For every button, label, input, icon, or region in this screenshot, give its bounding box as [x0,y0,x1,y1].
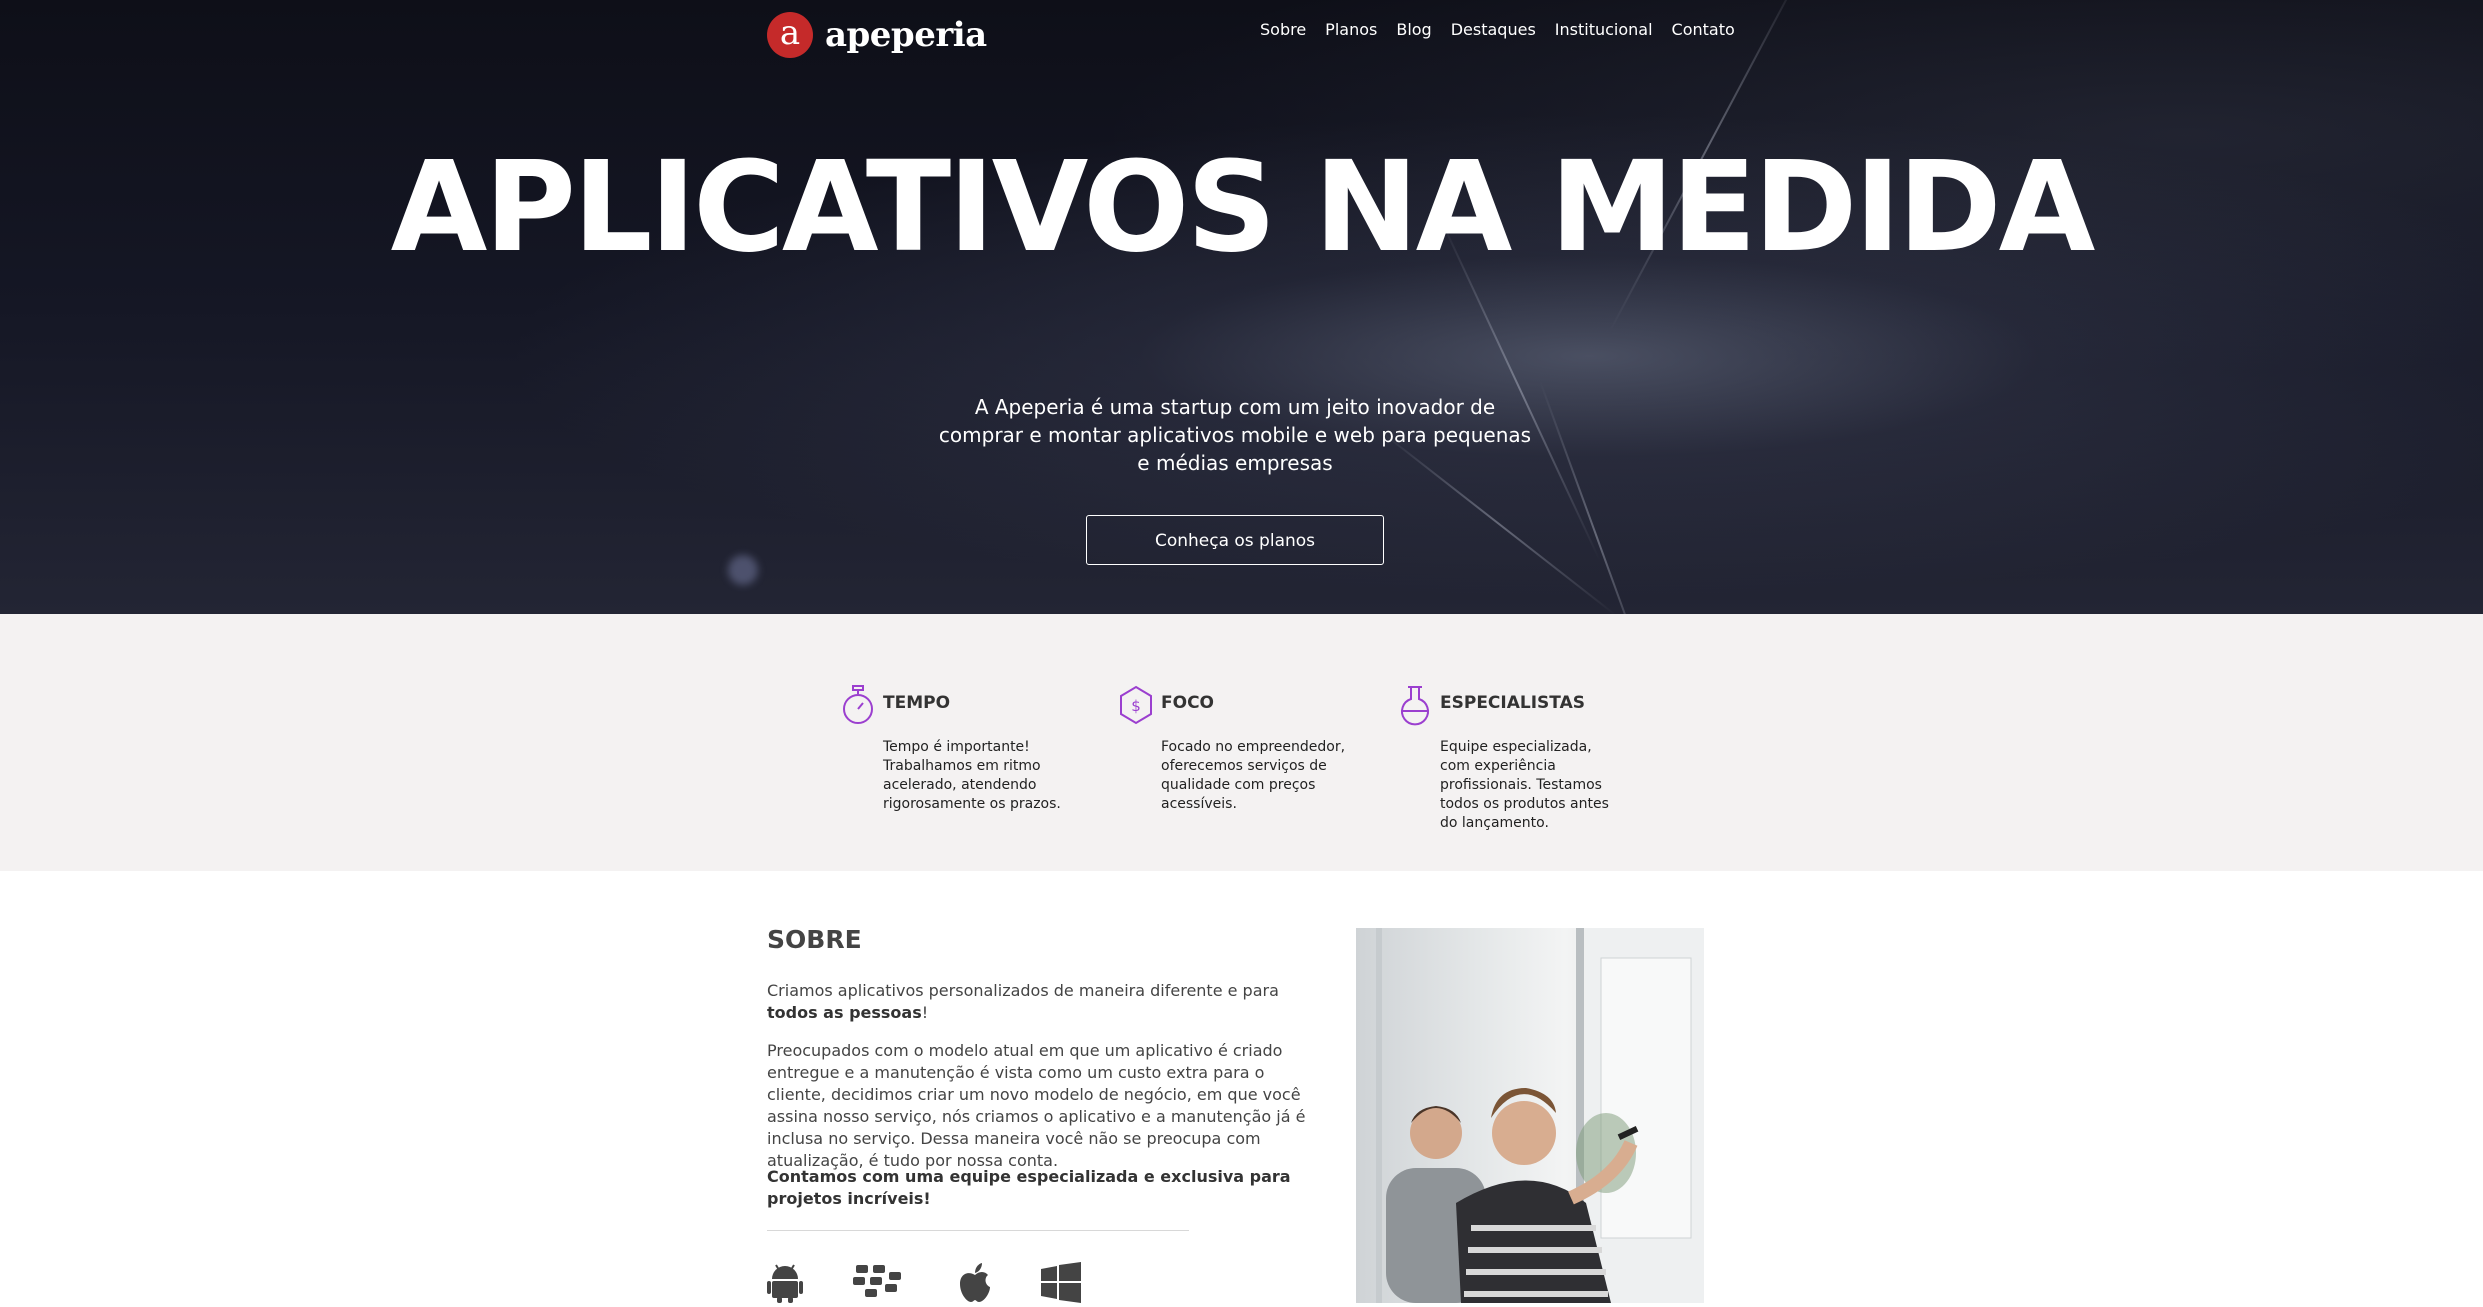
stopwatch-icon [843,685,873,724]
nav-link-institucional[interactable]: Institucional [1555,20,1653,39]
nav-link-blog[interactable]: Blog [1396,20,1431,39]
flask-icon [1401,686,1429,726]
platform-icons [767,1262,1129,1307]
about-body: Preocupados com o modelo atual em que um… [767,1041,1306,1170]
feature-title: TEMPO [883,693,951,713]
feature-text: Focado no empreendedor, oferecemos servi… [1161,739,1346,812]
about-intro-bold: todos as pessoas [767,1003,922,1022]
windows-icon [1041,1262,1081,1307]
plans-button[interactable]: Conheça os planos [1086,515,1384,565]
dollar-hexagon-icon: $ [1120,685,1152,725]
team-photo [1356,928,1704,1303]
nav-link-planos[interactable]: Planos [1325,20,1377,39]
divider [767,1230,1189,1231]
android-icon [767,1262,803,1307]
feature-text: Tempo é importante! Trabalhamos em ritmo… [883,739,1061,812]
logo-text: apeperia [825,15,987,55]
about-intro-end: ! [921,1003,929,1022]
feature-text: Equipe especializada, com experiência pr… [1440,739,1609,831]
hero-title: APLICATIVOS NA MEDIDA [390,135,2096,280]
apple-icon [957,1262,993,1307]
blackberry-icon [851,1262,909,1307]
nav-link-contato[interactable]: Contato [1672,20,1735,39]
logo-mark: a [767,12,813,58]
feature-title: ESPECIALISTAS [1440,693,1585,713]
feature-title: FOCO [1161,693,1214,713]
about-title: SOBRE [767,925,862,954]
nav-link-destaques[interactable]: Destaques [1451,20,1536,39]
hero-subtitle: A Apeperia é uma startup com um jeito in… [938,395,1532,475]
lens-flare [728,555,758,585]
about-team: Contamos com uma equipe especializada e … [767,1167,1291,1208]
logo[interactable]: a apeperia [767,12,987,58]
about-intro: Criamos aplicativos personalizados de ma… [767,980,1322,1024]
light-ray [1539,380,1654,614]
main-nav: Sobre Planos Blog Destaques Instituciona… [1260,20,1754,39]
about-intro-text: Criamos aplicativos personalizados de ma… [767,981,1279,1000]
svg-text:$: $ [1131,697,1141,715]
hero-section: a apeperia Sobre Planos Blog Destaques I… [0,0,2483,614]
features-section: TEMPO Tempo é importante! Trabalhamos em… [0,614,2483,871]
nav-link-sobre[interactable]: Sobre [1260,20,1306,39]
